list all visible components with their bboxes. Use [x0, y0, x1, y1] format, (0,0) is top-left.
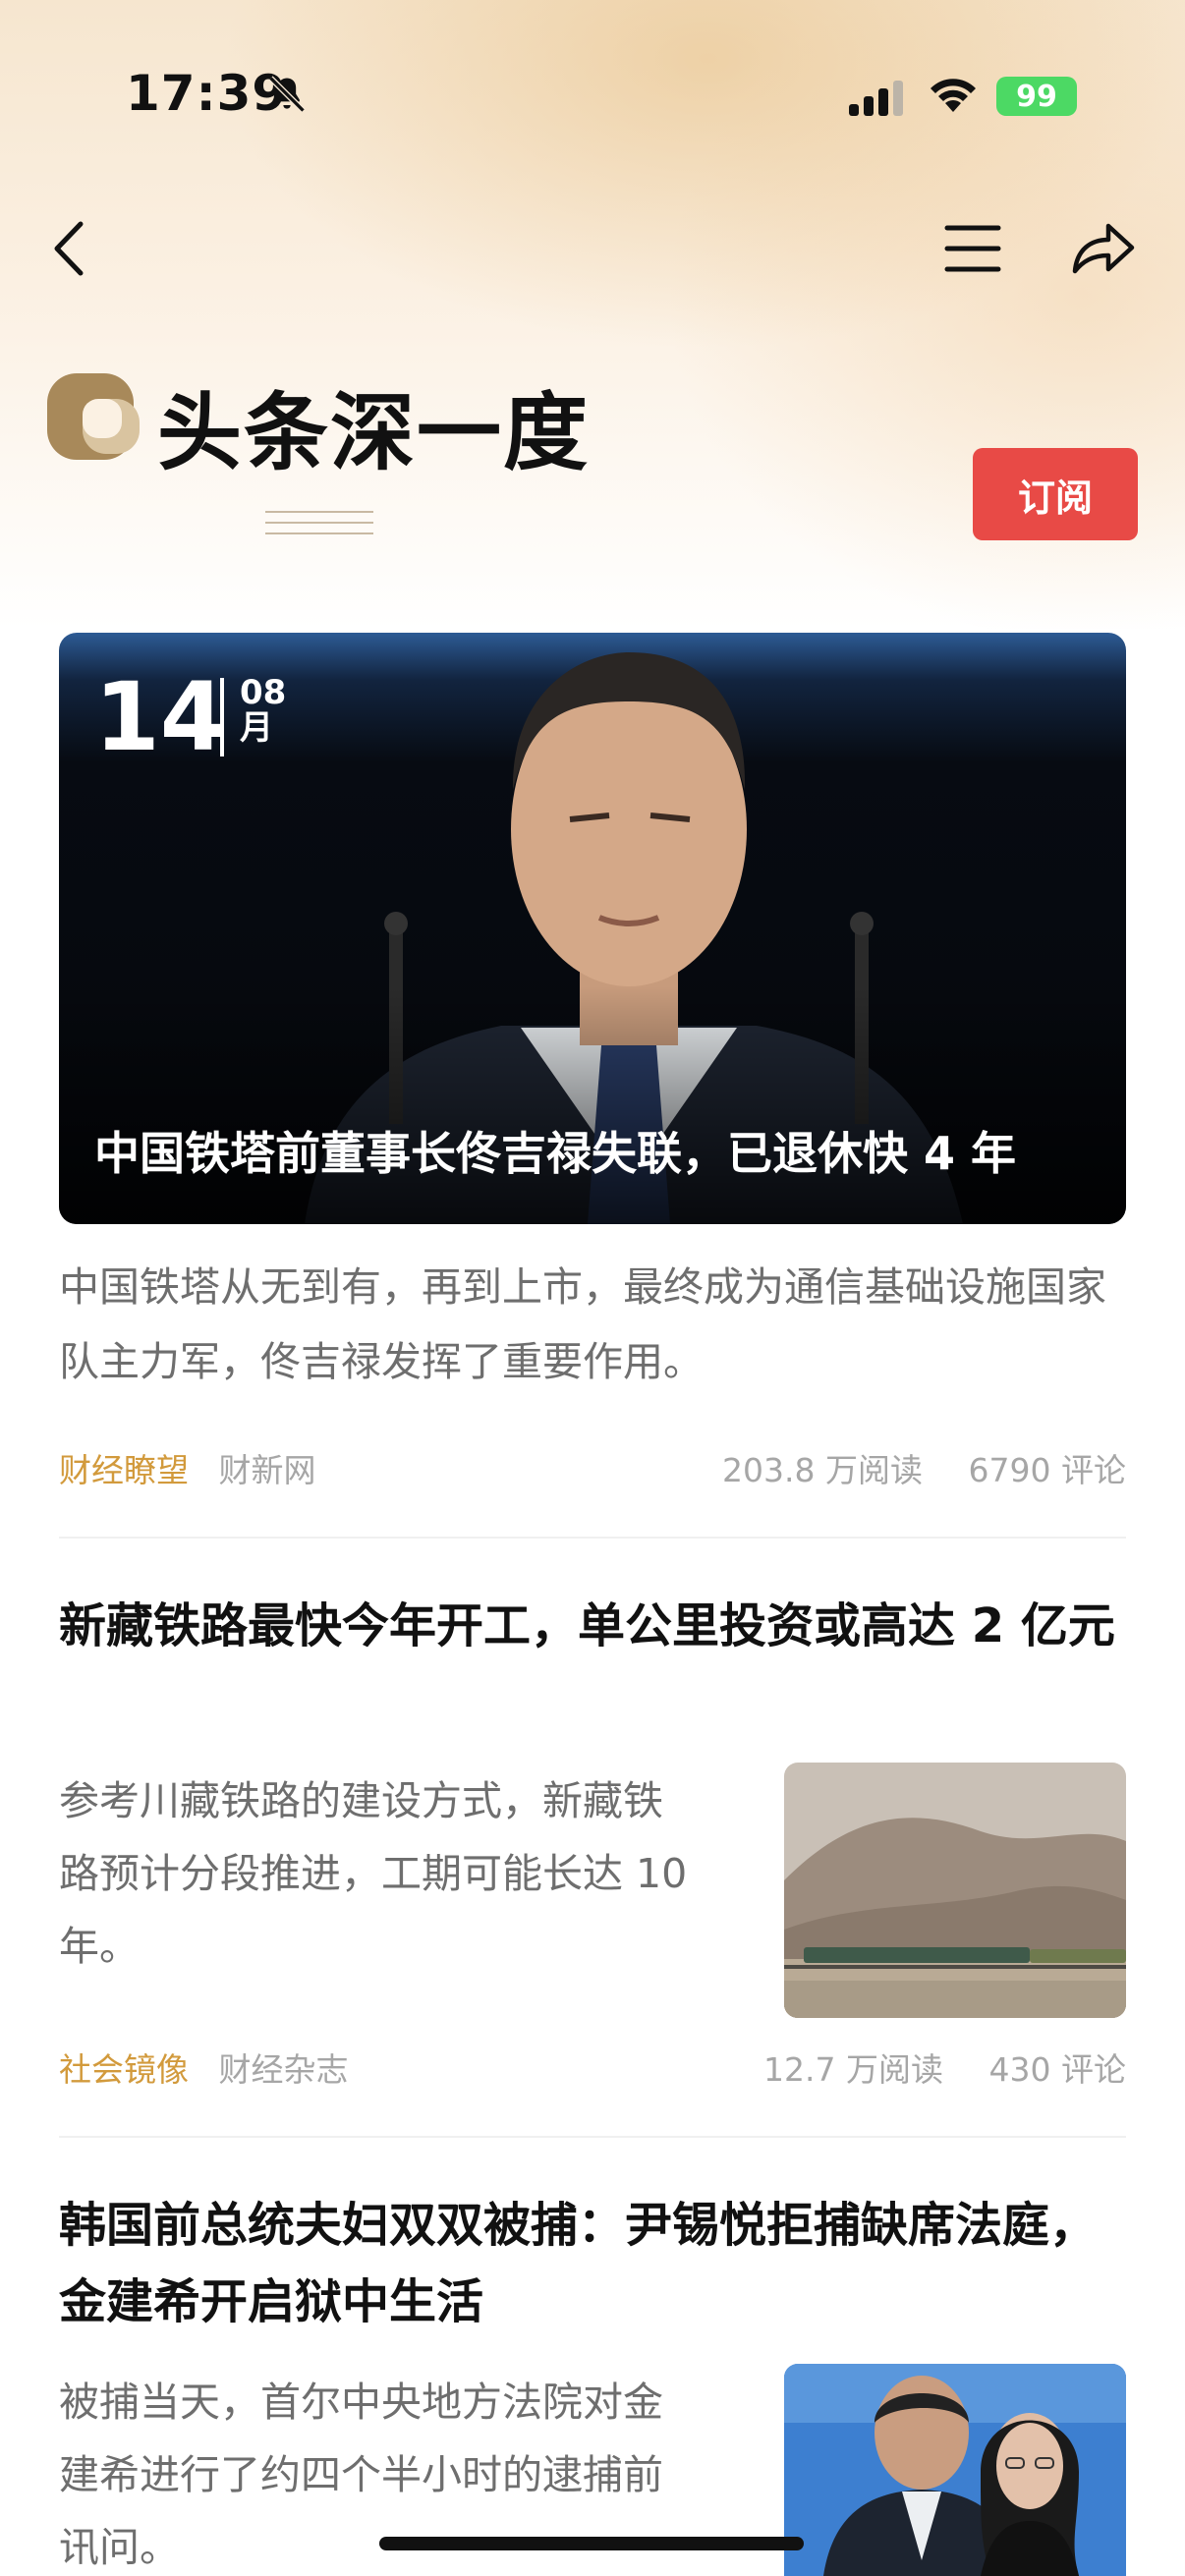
- article-read-count: 12.7 万阅读: [763, 2050, 944, 2089]
- home-indicator[interactable]: [379, 2537, 804, 2550]
- article-title[interactable]: 新藏铁路最快今年开工，单公里投资或高达 2 亿元: [59, 1588, 1126, 1664]
- date-day: 14: [94, 662, 226, 772]
- article-title[interactable]: 韩国前总统夫妇双双被捕：尹锡悦拒捕缺席法庭，金建希开启狱中生活: [59, 2187, 1126, 2340]
- article-thumbnail[interactable]: [784, 2364, 1126, 2576]
- date-month: 08 月: [240, 673, 299, 748]
- back-arrow-icon[interactable]: [43, 214, 102, 283]
- hero-stats: 203.8 万阅读 6790 评论: [687, 1444, 1126, 1491]
- divider: [59, 1537, 1126, 1539]
- hero-gradient-overlay: [59, 986, 1126, 1224]
- top-navigation: [0, 196, 1185, 305]
- article-source: 财经杂志: [218, 2050, 349, 2089]
- hero-meta: 财经瞭望 财新网 203.8 万阅读 6790 评论: [59, 1444, 1126, 1493]
- article-meta: 社会镜像 财经杂志 12.7 万阅读 430 评论: [59, 2044, 1126, 2093]
- couple-photo-image: [784, 2364, 1126, 2576]
- status-time: 17:39: [126, 65, 288, 122]
- hero-tag[interactable]: 财经瞭望: [59, 1451, 189, 1489]
- menu-icon[interactable]: [939, 216, 1006, 281]
- hero-read-count: 203.8 万阅读: [722, 1451, 924, 1489]
- hero-comment-count: 6790 评论: [968, 1451, 1126, 1489]
- cellular-signal-icon: [849, 81, 903, 116]
- article-stats: 12.7 万阅读 430 评论: [728, 2044, 1126, 2091]
- hero-description: 中国铁塔从无到有，再到上市，最终成为通信基础设施国家队主力军，佟吉禄发挥了重要作…: [59, 1263, 1106, 1385]
- date-month-unit: 月: [240, 707, 273, 748]
- share-icon[interactable]: [1067, 212, 1140, 281]
- hero-title[interactable]: 中国铁塔前董事长佟吉禄失联，已退休快 4 年: [94, 1118, 1016, 1183]
- decorative-lines: [265, 511, 373, 540]
- article-thumbnail[interactable]: [784, 1763, 1126, 2018]
- date-month-number: 08: [240, 673, 287, 712]
- article-description: 参考川藏铁路的建设方式，新藏铁路预计分段推进，工期可能长达 10 年。: [59, 1777, 688, 1970]
- railway-landscape-image: [784, 1763, 1126, 2018]
- bell-muted-icon: [268, 76, 306, 113]
- brand-logo-icon: [47, 373, 140, 460]
- date-separator: [220, 678, 224, 756]
- article-tag[interactable]: 社会镜像: [59, 2050, 189, 2089]
- status-bar: 17:39 99: [0, 0, 1185, 196]
- article-comment-count: 430 评论: [988, 2050, 1126, 2089]
- battery-indicator: 99: [996, 77, 1077, 116]
- wifi-icon: [931, 79, 976, 112]
- hero-source: 财新网: [218, 1451, 316, 1489]
- column-title: 头条深一度: [157, 384, 590, 482]
- divider: [59, 2136, 1126, 2138]
- hero-article-card[interactable]: 14 08 月 中国铁塔前董事长佟吉禄失联，已退休快 4 年: [59, 633, 1126, 1224]
- subscribe-button[interactable]: 订阅: [973, 448, 1138, 540]
